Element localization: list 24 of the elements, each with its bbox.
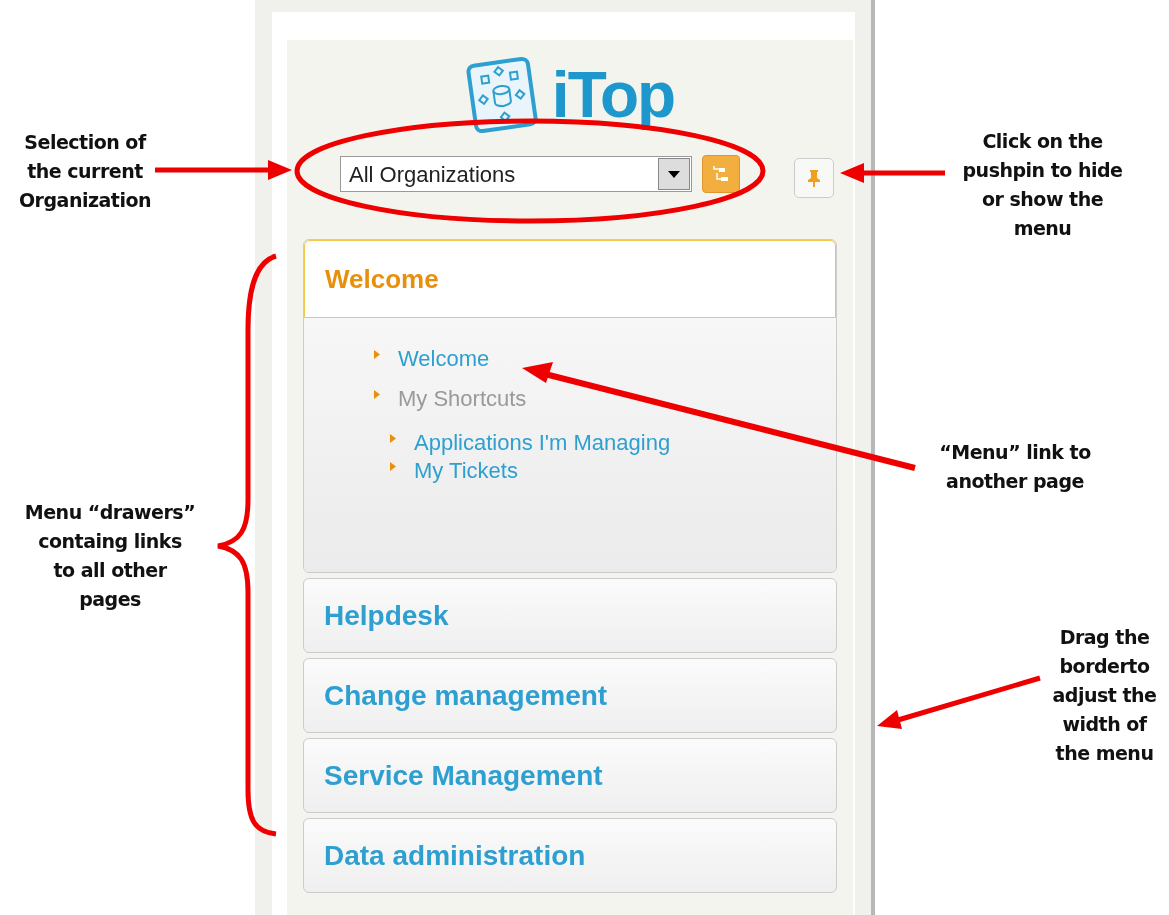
drawer-header[interactable]: Welcome	[304, 240, 836, 318]
annotation-text: “Menu” link to another page	[938, 440, 1092, 494]
drawer-header[interactable]: Data administration	[303, 818, 837, 893]
drawer-header[interactable]: Change management	[303, 658, 837, 733]
triangle-bullet-icon	[390, 434, 396, 443]
hierarchy-icon	[711, 165, 731, 183]
menu-link[interactable]: My Tickets	[414, 458, 518, 484]
pushpin-icon	[808, 169, 820, 187]
triangle-bullet-icon	[374, 350, 380, 359]
pushpin-button[interactable]	[794, 158, 834, 198]
logo-text: iTop	[551, 60, 675, 130]
annotation-text: Click on the pushpin to hide or show the menu	[961, 129, 1124, 241]
triangle-bullet-icon	[390, 462, 396, 471]
annotation-text: Menu “drawers” containg links to all other pages	[23, 500, 197, 612]
annotation-text: Selection of the current Organization	[17, 130, 152, 213]
menu-link[interactable]: Applications I'm Managing	[414, 430, 671, 456]
org-tree-button[interactable]	[702, 155, 740, 193]
drawer-header[interactable]: Helpdesk	[303, 578, 837, 653]
drawer-header[interactable]: Service Management	[303, 738, 837, 813]
menu-group-heading: My Shortcuts	[398, 386, 527, 412]
organization-select[interactable]: All Organizations	[340, 156, 692, 192]
annotation-text: Drag the borderto adjust the width of the menu	[1051, 625, 1158, 766]
triangle-bullet-icon	[374, 390, 380, 399]
menu-link[interactable]: Welcome	[398, 346, 490, 372]
